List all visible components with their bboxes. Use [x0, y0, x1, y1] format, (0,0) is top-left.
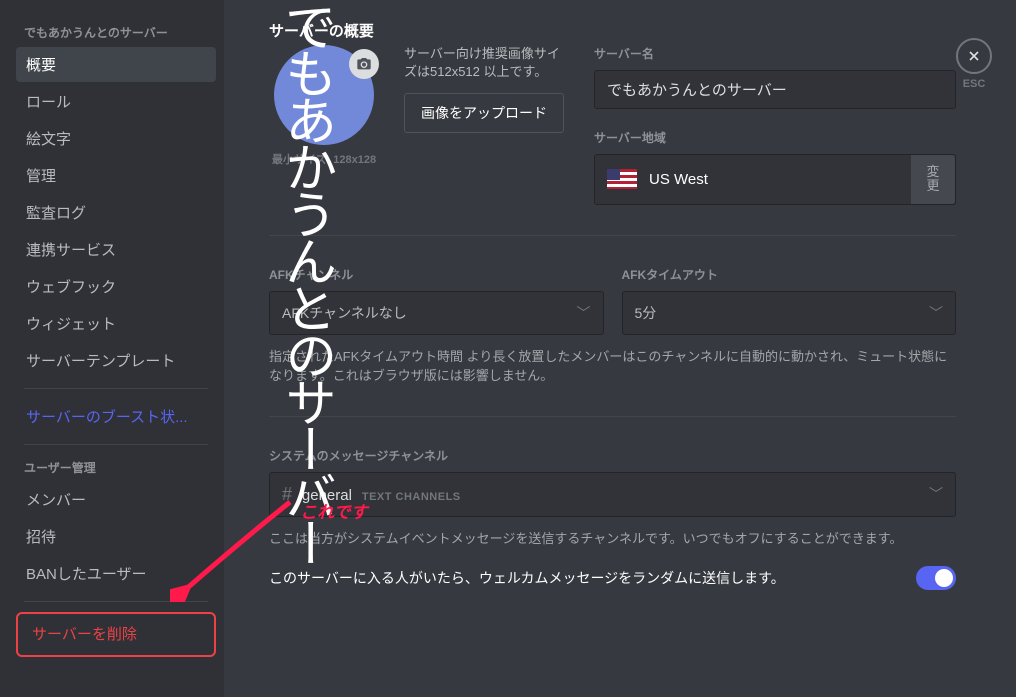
- sidebar-item-delete-server[interactable]: サーバーを削除: [22, 616, 210, 651]
- system-channel-label: システムのメッセージチャンネル: [269, 447, 956, 464]
- chevron-down-icon: ﹀: [929, 303, 943, 323]
- sidebar-item-moderation[interactable]: 管理: [16, 158, 216, 193]
- sidebar-header-users: ユーザー管理: [16, 455, 216, 480]
- sidebar-item-integrations[interactable]: 連携サービス: [16, 232, 216, 267]
- main-content: サーバーの概要 で 最小サイズ: 128x128 サーバー向け推奨画像サイズは5…: [224, 0, 1016, 697]
- esc-label: ESC: [956, 78, 992, 90]
- welcome-toggle[interactable]: [916, 566, 956, 590]
- afk-timeout-select[interactable]: 5分 ﹀: [622, 291, 957, 335]
- afk-timeout-value: 5分: [635, 303, 657, 323]
- change-region-button[interactable]: 変更: [911, 155, 955, 204]
- chevron-down-icon: ﹀: [577, 303, 591, 323]
- sidebar-header: でもあかうんとのサーバー: [16, 20, 216, 45]
- divider: [24, 388, 208, 389]
- sidebar-item-invites[interactable]: 招待: [16, 519, 216, 554]
- divider: [24, 444, 208, 445]
- afk-timeout-label: AFKタイムアウト: [622, 266, 957, 283]
- delete-server-highlight: サーバーを削除: [16, 612, 216, 657]
- divider: [24, 601, 208, 602]
- sidebar-item-widget[interactable]: ウィジェット: [16, 306, 216, 341]
- welcome-toggle-label: このサーバーに入る人がいたら、ウェルカムメッセージをランダムに送信します。: [269, 568, 904, 588]
- server-icon-text-overlay: でもあかうんとのサーバー: [278, 0, 333, 564]
- system-channel-select[interactable]: # general TEXT CHANNELS ﹀: [269, 472, 956, 517]
- sidebar-item-roles[interactable]: ロール: [16, 84, 216, 119]
- sidebar-item-boost[interactable]: サーバーのブースト状...: [16, 399, 216, 434]
- afk-description: 指定されたAFKタイムアウト時間 より長く放置したメンバーはこのチャンネルに自動…: [269, 347, 956, 386]
- sidebar-item-bans[interactable]: BANしたユーザー: [16, 556, 216, 591]
- system-channel-category: TEXT CHANNELS: [362, 491, 461, 503]
- sidebar-item-emoji[interactable]: 絵文字: [16, 121, 216, 156]
- page-title: サーバーの概要: [269, 20, 956, 41]
- sidebar-item-webhooks[interactable]: ウェブフック: [16, 269, 216, 304]
- settings-sidebar: でもあかうんとのサーバー 概要 ロール 絵文字 管理 監査ログ 連携サービス ウ…: [0, 0, 224, 697]
- sidebar-item-members[interactable]: メンバー: [16, 482, 216, 517]
- sidebar-item-template[interactable]: サーバーテンプレート: [16, 343, 216, 378]
- region-label: サーバー地域: [594, 129, 956, 146]
- image-size-hint: サーバー向け推奨画像サイズは512x512 以上です。: [404, 45, 564, 81]
- divider: [269, 235, 956, 236]
- annotation-text: これです: [300, 498, 368, 523]
- sidebar-item-overview[interactable]: 概要: [16, 47, 216, 82]
- region-value: US West: [649, 171, 911, 188]
- chevron-down-icon: ﹀: [929, 484, 943, 504]
- server-name-label: サーバー名: [594, 45, 956, 62]
- close-button[interactable]: [956, 38, 992, 74]
- system-channel-description: ここは当方がシステムイベントメッセージを送信するチャンネルです。いつでもオフにす…: [269, 529, 956, 549]
- sidebar-item-audit-log[interactable]: 監査ログ: [16, 195, 216, 230]
- upload-image-button[interactable]: 画像をアップロード: [404, 93, 564, 133]
- server-name-input[interactable]: [594, 70, 956, 109]
- divider: [269, 416, 956, 417]
- us-flag-icon: [607, 169, 637, 189]
- upload-image-icon[interactable]: [349, 49, 379, 79]
